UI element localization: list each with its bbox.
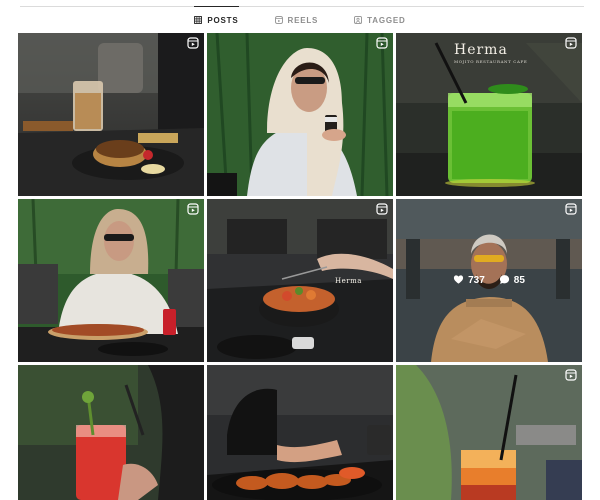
tab-posts-label: POSTS bbox=[207, 15, 239, 25]
reels-icon bbox=[274, 16, 283, 24]
grid-icon bbox=[194, 16, 203, 24]
red-drink-photo bbox=[18, 365, 204, 500]
comment-icon bbox=[499, 274, 510, 288]
woman-with-drink-photo bbox=[207, 33, 393, 196]
likes-count: 737 bbox=[453, 274, 485, 288]
post-tile-2[interactable] bbox=[207, 33, 393, 196]
post-tile-3[interactable]: Herma MOJITO RESTAURANT CAFE bbox=[396, 33, 582, 196]
tab-reels-label: REELS bbox=[287, 15, 319, 25]
comments-count: 85 bbox=[499, 274, 525, 288]
reel-icon bbox=[376, 37, 388, 49]
post-tile-7[interactable] bbox=[18, 365, 204, 500]
woman-eating-pizza-photo bbox=[18, 199, 204, 362]
tab-posts[interactable]: POSTS bbox=[194, 6, 239, 33]
tab-tagged-label: TAGGED bbox=[367, 15, 406, 25]
pancake-dessert-photo bbox=[18, 33, 204, 196]
profile-tabs: POSTS REELS TAGGED bbox=[0, 6, 600, 33]
reel-icon bbox=[565, 369, 577, 381]
brand-tagline: MOJITO RESTAURANT CAFE bbox=[454, 59, 528, 64]
post-tile-8[interactable] bbox=[207, 365, 393, 500]
tab-reels[interactable]: REELS bbox=[274, 7, 319, 33]
reel-icon bbox=[565, 203, 577, 215]
reel-icon bbox=[187, 37, 199, 49]
brand-wordmark: Herma bbox=[335, 277, 362, 285]
salad-bowl-photo bbox=[207, 199, 393, 362]
tab-tagged[interactable]: TAGGED bbox=[354, 7, 405, 33]
brand-wordmark: Herma bbox=[454, 42, 508, 58]
post-tile-1[interactable] bbox=[18, 33, 204, 196]
post-tile-6[interactable]: 737 85 bbox=[396, 199, 582, 362]
orange-drink-photo bbox=[396, 365, 582, 500]
heart-icon bbox=[453, 274, 464, 288]
fried-food-platter-photo bbox=[207, 365, 393, 500]
tagged-icon bbox=[354, 16, 363, 24]
post-tile-4[interactable] bbox=[18, 199, 204, 362]
reel-icon bbox=[565, 37, 577, 49]
reel-icon bbox=[376, 203, 388, 215]
post-tile-9[interactable] bbox=[396, 365, 582, 500]
reel-icon bbox=[187, 203, 199, 215]
post-tile-5[interactable]: Herma bbox=[207, 199, 393, 362]
post-stats: 737 85 bbox=[396, 199, 582, 362]
